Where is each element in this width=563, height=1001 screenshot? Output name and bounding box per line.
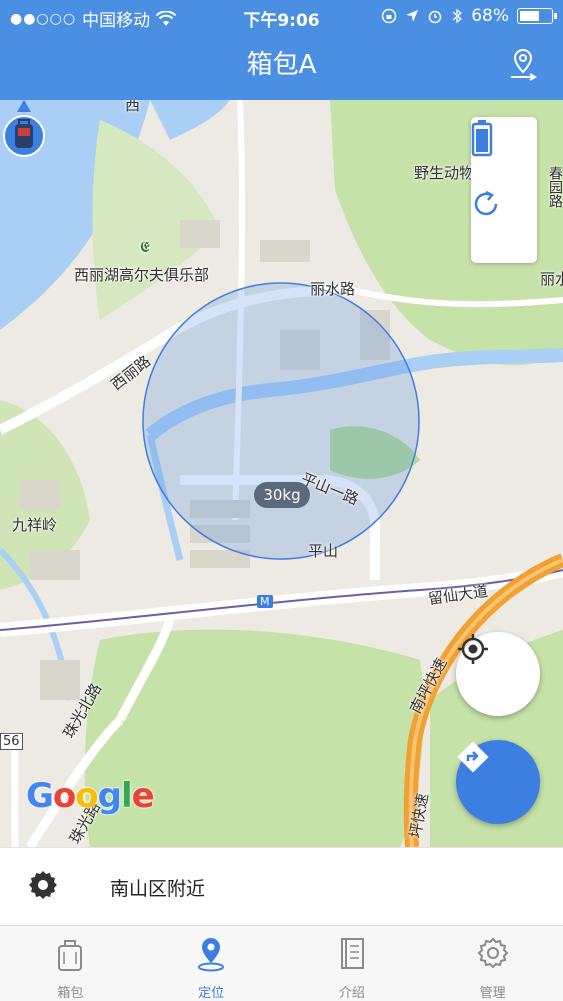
refresh-button[interactable] (471, 189, 537, 259)
map-controls (471, 117, 537, 263)
map-label: 丽水路 (310, 280, 356, 298)
tab-bar: 箱包 定位 介绍 管理 (0, 925, 563, 1001)
tab-bag[interactable]: 箱包 (0, 926, 141, 1001)
refresh-icon (474, 190, 498, 216)
gear-icon (477, 937, 509, 969)
map-view[interactable]: 西 𝕰 西丽湖高尔夫俱乐部 野生动物 春园路 丽水路 丽水 西丽路 九祥岭 平山… (0, 100, 563, 847)
address-bar[interactable]: 南山区附近 (0, 847, 563, 926)
map-label: 𝕰 (140, 238, 150, 256)
locate-me-button[interactable] (456, 632, 540, 716)
metro-icon: M (257, 595, 273, 608)
tab-label: 定位 (198, 986, 225, 1001)
tab-label: 介绍 (338, 986, 365, 1001)
map-label: 九祥岭 (12, 516, 58, 534)
status-bar: ●●○○○ 中国移动 下午9:06 68% (0, 0, 563, 32)
map-label: 野生动物 (414, 164, 475, 182)
battery-icon (517, 8, 557, 24)
page-title: 箱包A (246, 50, 317, 80)
battery-status-button[interactable] (471, 119, 537, 189)
map-label: 丽水 (540, 270, 563, 288)
tab-label: 箱包 (57, 986, 84, 1001)
luggage-marker-icon[interactable] (0, 100, 48, 158)
directions-button[interactable] (456, 740, 540, 824)
battery-vertical-icon (471, 120, 493, 157)
map-label: 西 (125, 100, 141, 114)
tab-manage[interactable]: 管理 (422, 926, 563, 1001)
top-bar: ●●○○○ 中国移动 下午9:06 68% 箱包A (0, 0, 563, 100)
rotation-lock-icon (381, 8, 397, 24)
alarm-icon (428, 10, 442, 24)
book-icon (340, 938, 364, 969)
crosshair-icon (458, 634, 488, 664)
map-label: 春园路 (547, 166, 563, 208)
map-label: 西丽湖高尔夫俱乐部 (74, 266, 210, 284)
tab-location[interactable]: 定位 (141, 926, 282, 1001)
battery-percent: 68% (471, 6, 509, 26)
google-logo: Google (26, 776, 155, 816)
location-pin-icon (198, 938, 225, 972)
gear-icon[interactable] (26, 868, 60, 902)
tab-label: 管理 (479, 986, 506, 1001)
tab-intro[interactable]: 介绍 (282, 926, 423, 1001)
bluetooth-icon (452, 8, 463, 24)
road-shield: 56 (0, 733, 23, 750)
map-label: 平山 (308, 542, 339, 560)
bag-icon (58, 940, 83, 971)
map-pin-navigation-icon[interactable] (505, 46, 541, 82)
directions-icon (457, 741, 489, 773)
address-text: 南山区附近 (110, 878, 206, 900)
weight-badge: 30kg (254, 482, 310, 508)
location-arrow-icon (406, 10, 419, 22)
